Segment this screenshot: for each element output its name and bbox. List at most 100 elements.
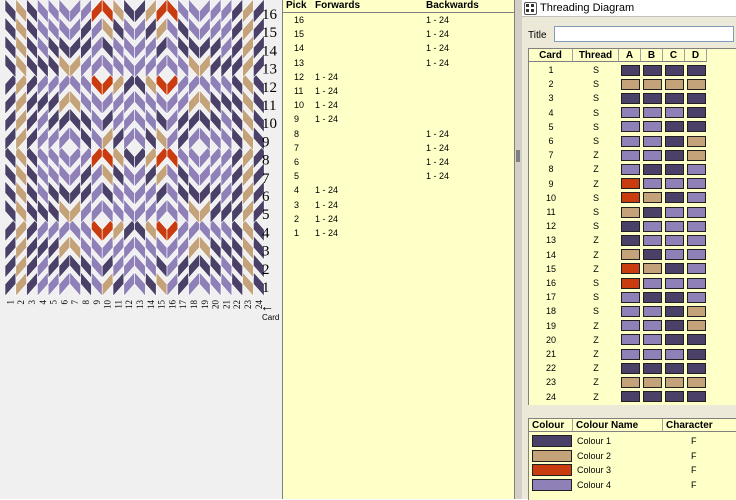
hole-colour-swatch[interactable] [665, 391, 684, 403]
pick-row[interactable]: 5 1 - 24 [283, 169, 515, 183]
pick-row[interactable]: 4 1 - 24 [283, 183, 515, 197]
hole-colour-swatch[interactable] [621, 263, 640, 275]
pick-row[interactable]: 11 1 - 24 [283, 84, 515, 98]
pick-row[interactable]: 1 1 - 24 [283, 226, 515, 240]
hole-colour-swatch[interactable] [687, 320, 706, 332]
thread-direction-cell[interactable]: S [573, 304, 619, 318]
hole-colour-swatch[interactable] [621, 334, 640, 346]
hole-colour-swatch[interactable] [643, 234, 662, 246]
hole-colour-swatch[interactable] [643, 305, 662, 317]
hole-colour-swatch[interactable] [665, 92, 684, 104]
hole-colour-swatch[interactable] [665, 305, 684, 317]
hole-colour-swatch[interactable] [687, 163, 706, 175]
hole-colour-swatch[interactable] [643, 163, 662, 175]
hole-colour-swatch[interactable] [665, 376, 684, 388]
hole-colour-swatch[interactable] [643, 192, 662, 204]
hole-colour-swatch[interactable] [665, 163, 684, 175]
pick-row[interactable]: 2 1 - 24 [283, 212, 515, 226]
thread-direction-cell[interactable]: S [573, 276, 619, 290]
hole-colour-swatch[interactable] [665, 121, 684, 133]
splitter-grip[interactable] [516, 150, 520, 162]
hole-colour-swatch[interactable] [621, 291, 640, 303]
hole-colour-swatch[interactable] [687, 305, 706, 317]
thread-direction-cell[interactable]: Z [573, 162, 619, 176]
thread-direction-cell[interactable]: Z [573, 333, 619, 347]
colour-row[interactable]: Colour 1 F [529, 434, 736, 448]
thread-direction-cell[interactable]: Z [573, 390, 619, 404]
hole-colour-swatch[interactable] [621, 149, 640, 161]
hole-colour-swatch[interactable] [687, 92, 706, 104]
hole-colour-swatch[interactable] [621, 64, 640, 76]
hole-colour-swatch[interactable] [665, 107, 684, 119]
hole-colour-swatch[interactable] [621, 192, 640, 204]
thread-direction-cell[interactable]: S [573, 63, 619, 77]
hole-colour-swatch[interactable] [687, 249, 706, 261]
hole-colour-swatch[interactable] [643, 334, 662, 346]
hole-colour-swatch[interactable] [621, 163, 640, 175]
hole-colour-swatch[interactable] [621, 206, 640, 218]
hole-colour-swatch[interactable] [665, 320, 684, 332]
thread-direction-cell[interactable]: Z [573, 233, 619, 247]
hole-colour-swatch[interactable] [687, 277, 706, 289]
thread-direction-cell[interactable]: S [573, 91, 619, 105]
pick-row[interactable]: 15 1 - 24 [283, 27, 515, 41]
hole-colour-swatch[interactable] [687, 135, 706, 147]
hole-colour-swatch[interactable] [687, 220, 706, 232]
window-titlebar[interactable]: Threading Diagram [522, 0, 736, 17]
hole-colour-swatch[interactable] [621, 249, 640, 261]
pick-row[interactable]: 16 1 - 24 [283, 13, 515, 27]
hole-colour-swatch[interactable] [687, 121, 706, 133]
hole-colour-swatch[interactable] [621, 121, 640, 133]
hole-colour-swatch[interactable] [643, 320, 662, 332]
hole-colour-swatch[interactable] [687, 376, 706, 388]
hole-colour-swatch[interactable] [643, 277, 662, 289]
hole-colour-swatch[interactable] [643, 362, 662, 374]
hole-colour-swatch[interactable] [621, 78, 640, 90]
hole-colour-swatch[interactable] [665, 206, 684, 218]
colour-row[interactable]: Colour 3 F [529, 463, 736, 477]
hole-colour-swatch[interactable] [687, 192, 706, 204]
hole-colour-swatch[interactable] [665, 249, 684, 261]
hole-colour-swatch[interactable] [643, 178, 662, 190]
hole-colour-swatch[interactable] [643, 376, 662, 388]
pick-row[interactable]: 3 1 - 24 [283, 198, 515, 212]
hole-colour-swatch[interactable] [687, 263, 706, 275]
thread-direction-cell[interactable]: S [573, 191, 619, 205]
thread-direction-cell[interactable]: Z [573, 375, 619, 389]
hole-colour-swatch[interactable] [643, 107, 662, 119]
hole-colour-swatch[interactable] [665, 192, 684, 204]
hole-colour-swatch[interactable] [687, 178, 706, 190]
colour-row[interactable]: Colour 2 F [529, 449, 736, 463]
pick-row[interactable]: 8 1 - 24 [283, 127, 515, 141]
hole-colour-swatch[interactable] [621, 348, 640, 360]
hole-colour-swatch[interactable] [687, 206, 706, 218]
pick-row[interactable]: 13 1 - 24 [283, 56, 515, 70]
thread-direction-cell[interactable]: Z [573, 248, 619, 262]
hole-colour-swatch[interactable] [621, 107, 640, 119]
hole-colour-swatch[interactable] [665, 263, 684, 275]
title-input[interactable] [554, 26, 734, 42]
hole-colour-swatch[interactable] [621, 92, 640, 104]
hole-colour-swatch[interactable] [643, 64, 662, 76]
pick-row[interactable]: 10 1 - 24 [283, 98, 515, 112]
hole-colour-swatch[interactable] [687, 234, 706, 246]
hole-colour-swatch[interactable] [643, 220, 662, 232]
hole-colour-swatch[interactable] [665, 64, 684, 76]
hole-colour-swatch[interactable] [643, 249, 662, 261]
hole-colour-swatch[interactable] [643, 391, 662, 403]
thread-direction-cell[interactable]: Z [573, 177, 619, 191]
hole-colour-swatch[interactable] [643, 263, 662, 275]
hole-colour-swatch[interactable] [665, 348, 684, 360]
hole-colour-swatch[interactable] [687, 391, 706, 403]
hole-colour-swatch[interactable] [621, 178, 640, 190]
hole-colour-swatch[interactable] [665, 178, 684, 190]
hole-colour-swatch[interactable] [643, 149, 662, 161]
hole-colour-swatch[interactable] [665, 234, 684, 246]
colour-swatch[interactable] [532, 435, 572, 447]
hole-colour-swatch[interactable] [687, 362, 706, 374]
pick-row[interactable]: 6 1 - 24 [283, 155, 515, 169]
thread-direction-cell[interactable]: S [573, 205, 619, 219]
pick-row[interactable]: 9 1 - 24 [283, 112, 515, 126]
hole-colour-swatch[interactable] [643, 135, 662, 147]
thread-direction-cell[interactable]: Z [573, 319, 619, 333]
